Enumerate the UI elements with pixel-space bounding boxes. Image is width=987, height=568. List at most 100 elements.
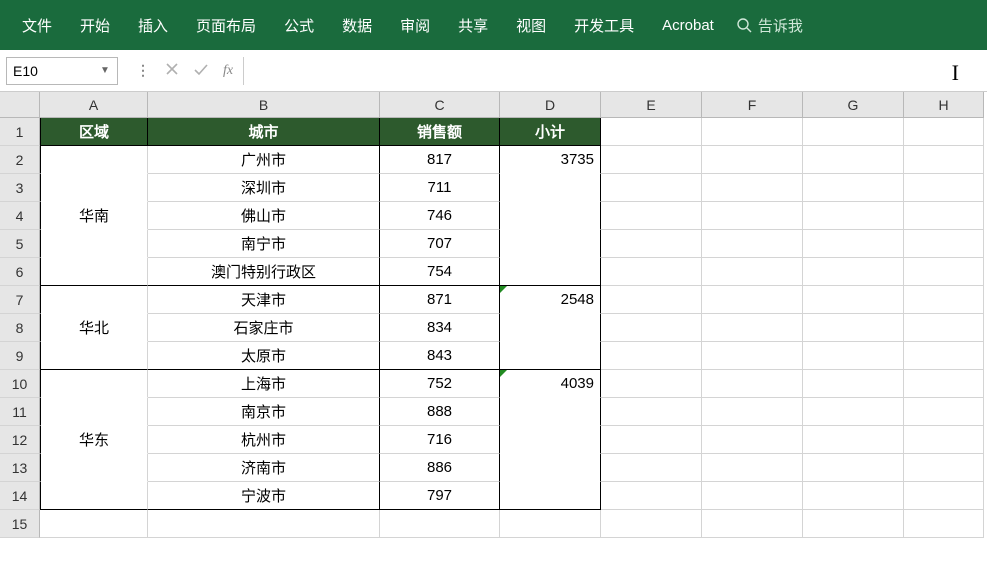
- cell-D12[interactable]: [500, 426, 601, 454]
- cell-B13[interactable]: 济南市: [148, 454, 380, 482]
- cell-E12[interactable]: [601, 426, 702, 454]
- cell-G10[interactable]: [803, 370, 904, 398]
- cell-B4[interactable]: 佛山市: [148, 202, 380, 230]
- cell-G2[interactable]: [803, 146, 904, 174]
- cell-C10[interactable]: 752: [380, 370, 500, 398]
- cell-B9[interactable]: 太原市: [148, 342, 380, 370]
- row-header-11[interactable]: 11: [0, 398, 40, 426]
- cell-C11[interactable]: 888: [380, 398, 500, 426]
- cell-D10[interactable]: 4039: [500, 370, 601, 398]
- cell-C2[interactable]: 817: [380, 146, 500, 174]
- cell-B7[interactable]: 天津市: [148, 286, 380, 314]
- col-header-F[interactable]: F: [702, 92, 803, 118]
- cell-F10[interactable]: [702, 370, 803, 398]
- cell-F7[interactable]: [702, 286, 803, 314]
- cell-C14[interactable]: 797: [380, 482, 500, 510]
- cell-B6[interactable]: 澳门特别行政区: [148, 258, 380, 286]
- row-header-15[interactable]: 15: [0, 510, 40, 538]
- cell-A4[interactable]: 华南: [40, 202, 148, 230]
- cell-B14[interactable]: 宁波市: [148, 482, 380, 510]
- cell-A13[interactable]: [40, 454, 148, 482]
- cell-D11[interactable]: [500, 398, 601, 426]
- row-header-14[interactable]: 14: [0, 482, 40, 510]
- row-header-3[interactable]: 3: [0, 174, 40, 202]
- cell-B8[interactable]: 石家庄市: [148, 314, 380, 342]
- col-header-G[interactable]: G: [803, 92, 904, 118]
- cell-F4[interactable]: [702, 202, 803, 230]
- cell-B11[interactable]: 南京市: [148, 398, 380, 426]
- cell-E4[interactable]: [601, 202, 702, 230]
- cell-H11[interactable]: [904, 398, 984, 426]
- cell-C13[interactable]: 886: [380, 454, 500, 482]
- col-header-D[interactable]: D: [500, 92, 601, 118]
- cell-E6[interactable]: [601, 258, 702, 286]
- cell-G7[interactable]: [803, 286, 904, 314]
- cell-E10[interactable]: [601, 370, 702, 398]
- cell-A1[interactable]: 区域: [40, 118, 148, 146]
- ribbon-tab-数据[interactable]: 数据: [328, 0, 386, 50]
- cell-G12[interactable]: [803, 426, 904, 454]
- cell-G14[interactable]: [803, 482, 904, 510]
- cell-E2[interactable]: [601, 146, 702, 174]
- row-header-2[interactable]: 2: [0, 146, 40, 174]
- cell-D6[interactable]: [500, 258, 601, 286]
- cell-B5[interactable]: 南宁市: [148, 230, 380, 258]
- cell-C3[interactable]: 711: [380, 174, 500, 202]
- cell-G11[interactable]: [803, 398, 904, 426]
- cell-A7[interactable]: [40, 286, 148, 314]
- row-header-7[interactable]: 7: [0, 286, 40, 314]
- tell-me-search[interactable]: 告诉我: [736, 15, 803, 36]
- col-header-B[interactable]: B: [148, 92, 380, 118]
- cell-H15[interactable]: [904, 510, 984, 538]
- col-header-A[interactable]: A: [40, 92, 148, 118]
- cell-D1[interactable]: 小计: [500, 118, 601, 146]
- cell-C1[interactable]: 销售额: [380, 118, 500, 146]
- cell-G1[interactable]: [803, 118, 904, 146]
- cell-D7[interactable]: 2548: [500, 286, 601, 314]
- row-header-8[interactable]: 8: [0, 314, 40, 342]
- ribbon-tab-Acrobat[interactable]: Acrobat: [648, 0, 728, 50]
- formula-more-icon[interactable]: ⋮: [136, 62, 151, 79]
- cell-H14[interactable]: [904, 482, 984, 510]
- cell-B1[interactable]: 城市: [148, 118, 380, 146]
- cell-H13[interactable]: [904, 454, 984, 482]
- cell-E9[interactable]: [601, 342, 702, 370]
- enter-icon[interactable]: [193, 62, 209, 79]
- cell-A11[interactable]: [40, 398, 148, 426]
- ribbon-tab-开发工具[interactable]: 开发工具: [560, 0, 648, 50]
- ribbon-tab-开始[interactable]: 开始: [66, 0, 124, 50]
- cell-F3[interactable]: [702, 174, 803, 202]
- cell-F12[interactable]: [702, 426, 803, 454]
- cell-G13[interactable]: [803, 454, 904, 482]
- cell-G8[interactable]: [803, 314, 904, 342]
- row-header-13[interactable]: 13: [0, 454, 40, 482]
- ribbon-tab-文件[interactable]: 文件: [8, 0, 66, 50]
- cell-E7[interactable]: [601, 286, 702, 314]
- cell-B15[interactable]: [148, 510, 380, 538]
- cell-C4[interactable]: 746: [380, 202, 500, 230]
- cell-D8[interactable]: [500, 314, 601, 342]
- cell-G4[interactable]: [803, 202, 904, 230]
- cell-D14[interactable]: [500, 482, 601, 510]
- cell-E14[interactable]: [601, 482, 702, 510]
- cell-A3[interactable]: [40, 174, 148, 202]
- cell-D13[interactable]: [500, 454, 601, 482]
- row-header-4[interactable]: 4: [0, 202, 40, 230]
- cell-C8[interactable]: 834: [380, 314, 500, 342]
- cell-F9[interactable]: [702, 342, 803, 370]
- cell-E3[interactable]: [601, 174, 702, 202]
- cell-A9[interactable]: [40, 342, 148, 370]
- col-header-H[interactable]: H: [904, 92, 984, 118]
- cell-F14[interactable]: [702, 482, 803, 510]
- cell-H5[interactable]: [904, 230, 984, 258]
- ribbon-tab-视图[interactable]: 视图: [502, 0, 560, 50]
- row-header-9[interactable]: 9: [0, 342, 40, 370]
- cell-F6[interactable]: [702, 258, 803, 286]
- cell-A10[interactable]: [40, 370, 148, 398]
- cell-F8[interactable]: [702, 314, 803, 342]
- cell-E13[interactable]: [601, 454, 702, 482]
- row-header-5[interactable]: 5: [0, 230, 40, 258]
- col-header-C[interactable]: C: [380, 92, 500, 118]
- cell-C9[interactable]: 843: [380, 342, 500, 370]
- cell-C15[interactable]: [380, 510, 500, 538]
